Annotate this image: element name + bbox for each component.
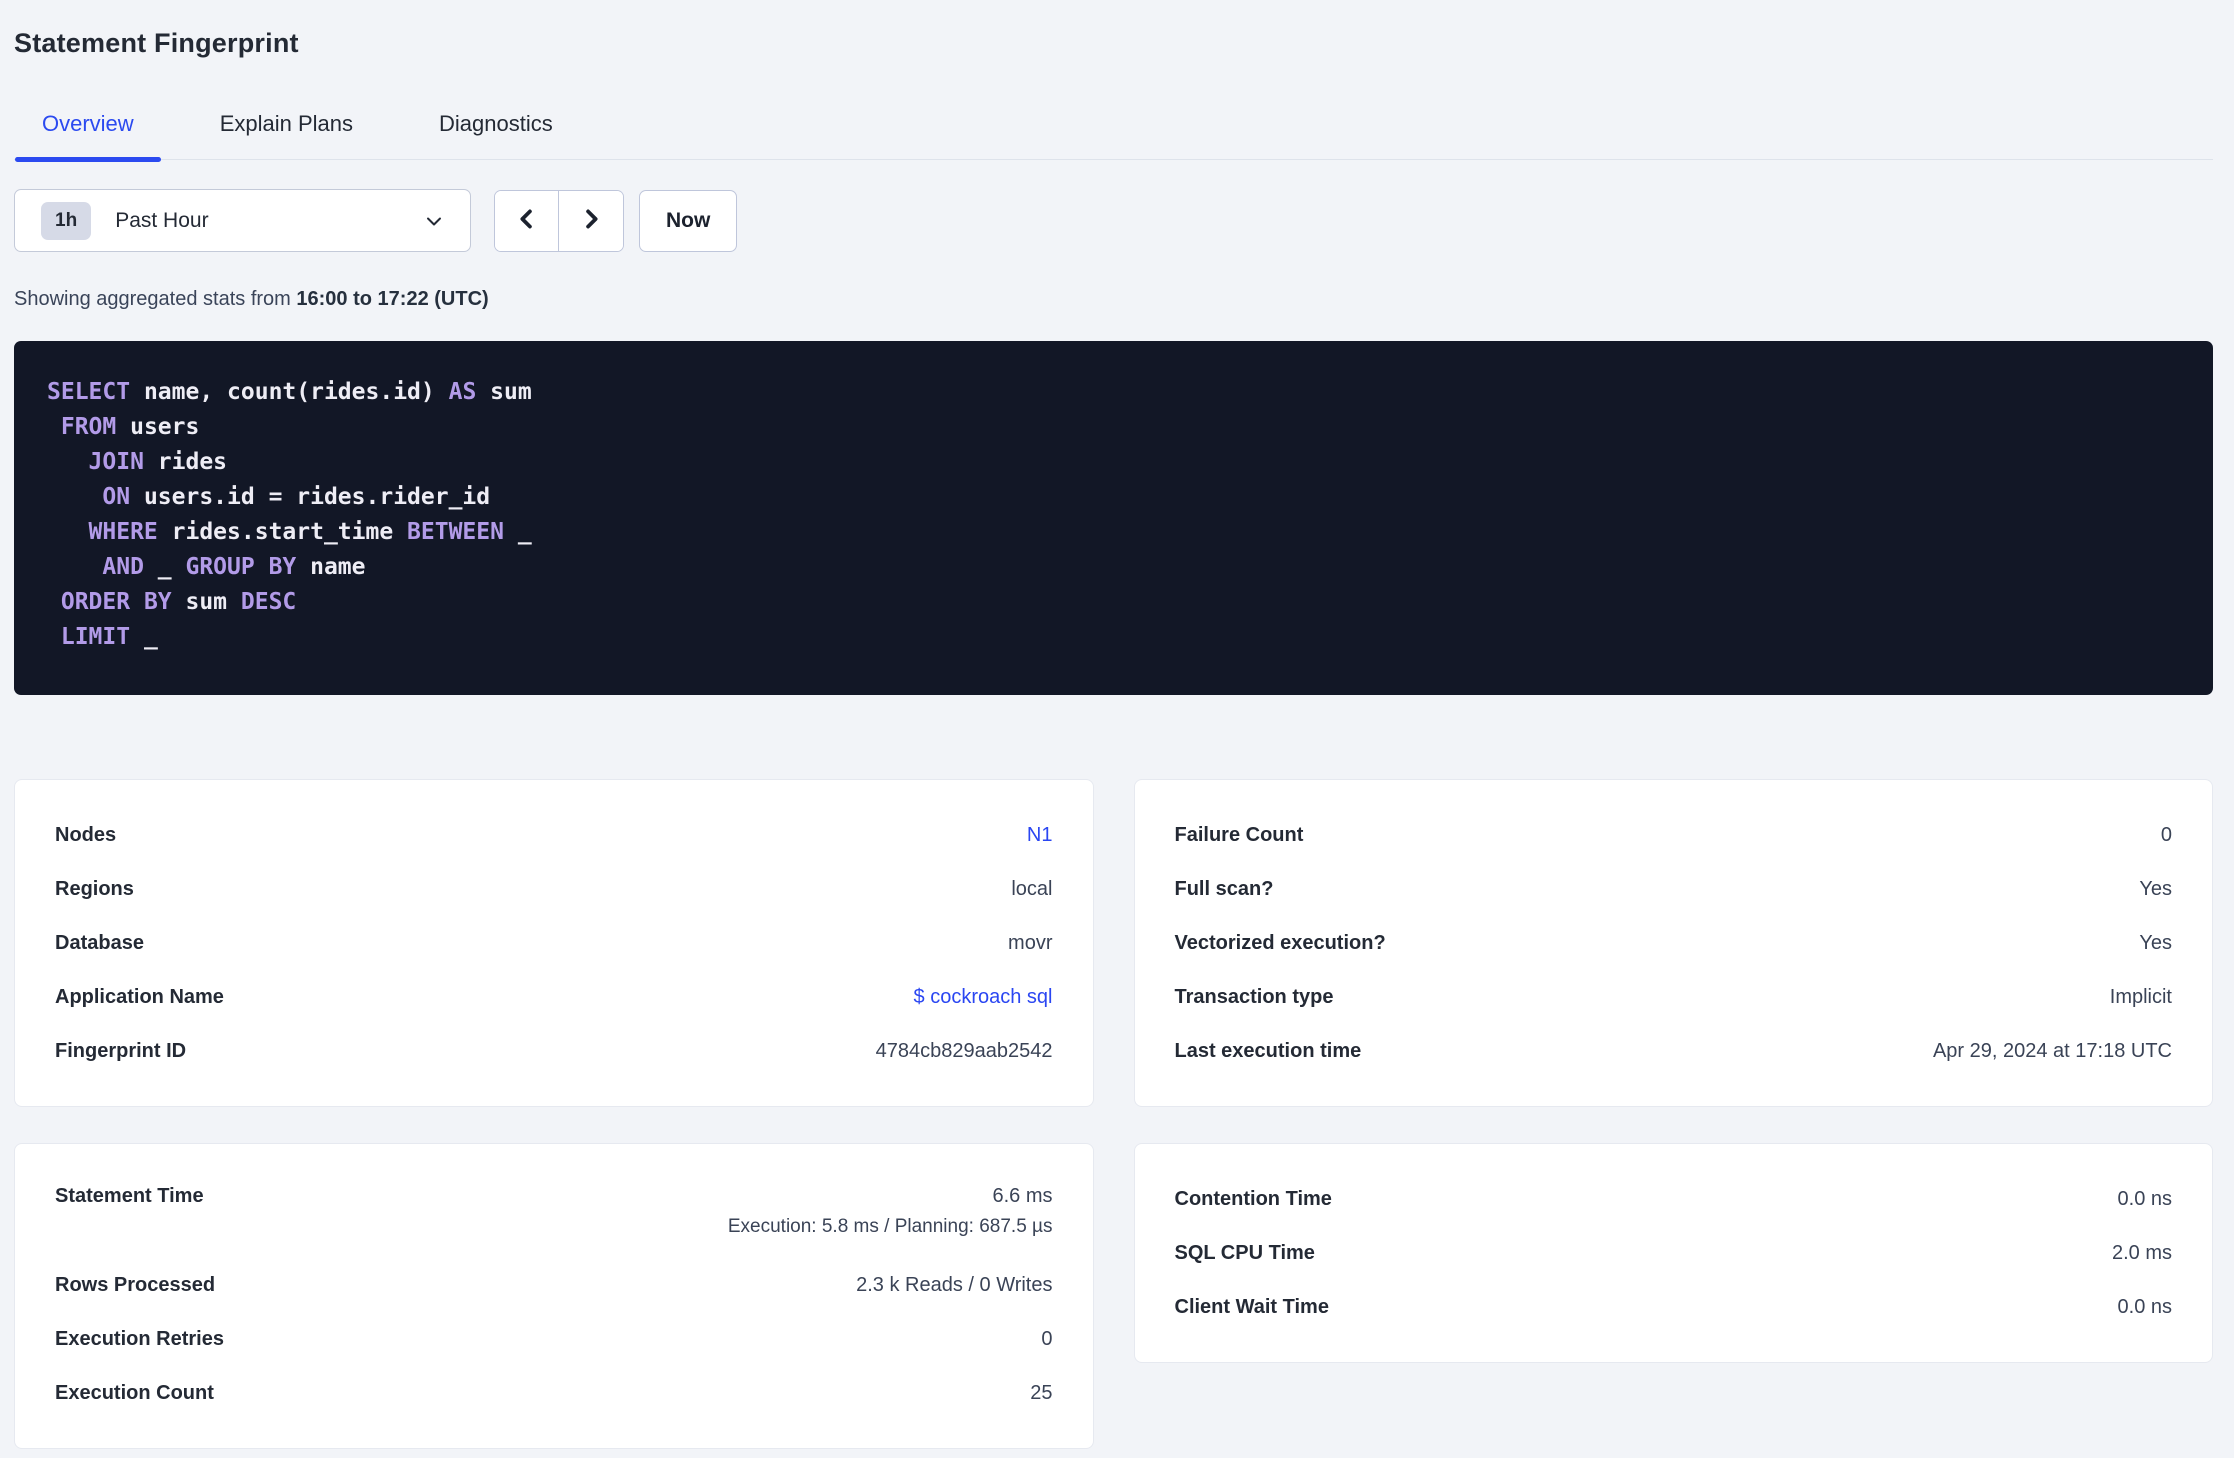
stat-value-stack: 6.6 ms Execution: 5.8 ms / Planning: 687… [728,1185,1053,1238]
chevron-right-icon [577,205,605,236]
sql-line: ORDER BY sum DESC [60,589,297,615]
execution-attributes-card: Failure Count 0 Full scan? Yes Vectorize… [1133,779,2213,1107]
stat-value: 0 [2160,823,2172,846]
stat-row: Transaction type Implicit [1175,970,2173,1024]
stat-row: Full scan? Yes [1175,862,2173,916]
stat-row: Client Wait Time 0.0 ns [1175,1280,2173,1334]
stat-value: local [1011,877,1053,900]
stat-value: 4784cb829aab2542 [875,1039,1053,1062]
stat-row: Vectorized execution? Yes [1175,916,2173,970]
aggregated-stats-line: Showing aggregated stats from 16:00 to 1… [14,288,2213,311]
tab-explain-plans[interactable]: Explain Plans [192,111,381,159]
stat-row: Statement Time 6.6 ms Execution: 5.8 ms … [55,1172,1053,1258]
stat-subvalue: Execution: 5.8 ms / Planning: 687.5 µs [727,1216,1053,1237]
stat-label: Application Name [55,985,224,1008]
application-name-link[interactable]: $ cockroach sql [914,986,1053,1009]
stat-label: Last execution time [1174,1039,1362,1062]
stat-label: Database [55,931,144,954]
stat-value: Yes [2139,931,2172,954]
page-title: Statement Fingerprint [14,28,299,58]
stats-prefix: Showing aggregated stats from [14,288,297,310]
node-link[interactable]: N1 [1027,824,1053,847]
stat-label: Rows Processed [55,1273,216,1296]
stat-value: 2.3 k Reads / 0 Writes [856,1273,1053,1296]
stat-value: 0 [1041,1327,1053,1350]
stat-value: 6.6 ms [992,1185,1053,1207]
sql-line: WHERE rides.start_time BETWEEN _ [88,519,532,545]
sql-line: SELECT name, count(rides.id) AS sum [47,379,532,405]
stat-row: Contention Time 0.0 ns [1175,1172,2173,1226]
stat-row: Execution Count 25 [55,1366,1053,1420]
stat-value: Apr 29, 2024 at 17:18 UTC [1932,1039,2172,1062]
stat-row: SQL CPU Time 2.0 ms [1175,1226,2173,1280]
statement-fingerprint-page: Statement Fingerprint Overview Explain P… [0,0,2234,1449]
sql-line: AND _ GROUP BY name [102,554,366,580]
chevron-down-icon [422,209,446,233]
time-picker-row: 1h Past Hour Now [14,189,2213,252]
sql-code: SELECT name, count(rides.id) AS sum FROM… [47,375,2180,655]
previous-time-button[interactable] [495,190,559,251]
stat-value: 0.0 ns [2117,1187,2172,1210]
stat-value: Implicit [2109,985,2172,1008]
stat-row: Execution Retries 0 [55,1312,1053,1366]
statement-details-card: Nodes N1 Regions local Database movr App… [14,779,1094,1107]
tab-diagnostics[interactable]: Diagnostics [411,111,581,159]
stat-row: Fingerprint ID 4784cb829aab2542 [55,1024,1053,1078]
performance-cards-row: Statement Time 6.6 ms Execution: 5.8 ms … [14,1143,2213,1449]
stat-label: SQL CPU Time [1174,1241,1315,1264]
time-range-label: Past Hour [115,208,209,232]
stat-label: Full scan? [1174,877,1274,900]
wait-time-card: Contention Time 0.0 ns SQL CPU Time 2.0 … [1133,1143,2213,1363]
stat-label: Fingerprint ID [55,1039,187,1062]
sql-line: ON users.id = rides.rider_id [102,484,491,510]
stat-value: Yes [2139,877,2172,900]
stat-label: Transaction type [1174,985,1334,1008]
sql-line: LIMIT _ [60,624,158,650]
stat-label: Failure Count [1174,823,1304,846]
chevron-left-icon [513,205,541,236]
time-range-badge: 1h [41,201,92,240]
stat-row: Nodes N1 [55,808,1053,862]
time-range-dropdown[interactable]: 1h Past Hour [14,189,471,252]
stat-label: Statement Time [55,1185,204,1207]
stat-label: Vectorized execution? [1174,931,1386,954]
stat-row: Rows Processed 2.3 k Reads / 0 Writes [55,1258,1053,1312]
stat-label: Nodes [55,823,117,846]
stat-row: Regions local [55,862,1053,916]
stat-label: Regions [55,877,134,900]
stat-row: Application Name $ cockroach sql [55,970,1053,1024]
next-time-button[interactable] [559,190,623,251]
stat-value: 25 [1030,1381,1053,1404]
stat-label: Execution Count [55,1381,214,1404]
stat-row: Failure Count 0 [1175,808,2173,862]
sql-line: JOIN rides [88,449,228,475]
stat-label: Client Wait Time [1174,1295,1329,1318]
stat-row: Database movr [55,916,1053,970]
statement-time-card: Statement Time 6.6 ms Execution: 5.8 ms … [14,1143,1094,1449]
stats-range: 16:00 to 17:22 (UTC) [296,288,489,310]
stat-label: Contention Time [1174,1187,1332,1210]
stat-value: movr [1008,931,1053,954]
details-cards-row: Nodes N1 Regions local Database movr App… [14,779,2213,1107]
tab-overview[interactable]: Overview [14,111,162,162]
sql-line: FROM users [60,414,200,440]
stat-label: Execution Retries [55,1327,224,1350]
stat-value: 0.0 ns [2117,1295,2172,1318]
now-button[interactable]: Now [639,189,738,252]
time-step-buttons [494,189,624,252]
tab-bar: Overview Explain Plans Diagnostics [14,111,2213,162]
stat-row: Last execution time Apr 29, 2024 at 17:1… [1175,1024,2173,1078]
stat-value: 2.0 ms [2111,1241,2172,1264]
sql-statement-block: SELECT name, count(rides.id) AS sum FROM… [14,341,2213,695]
